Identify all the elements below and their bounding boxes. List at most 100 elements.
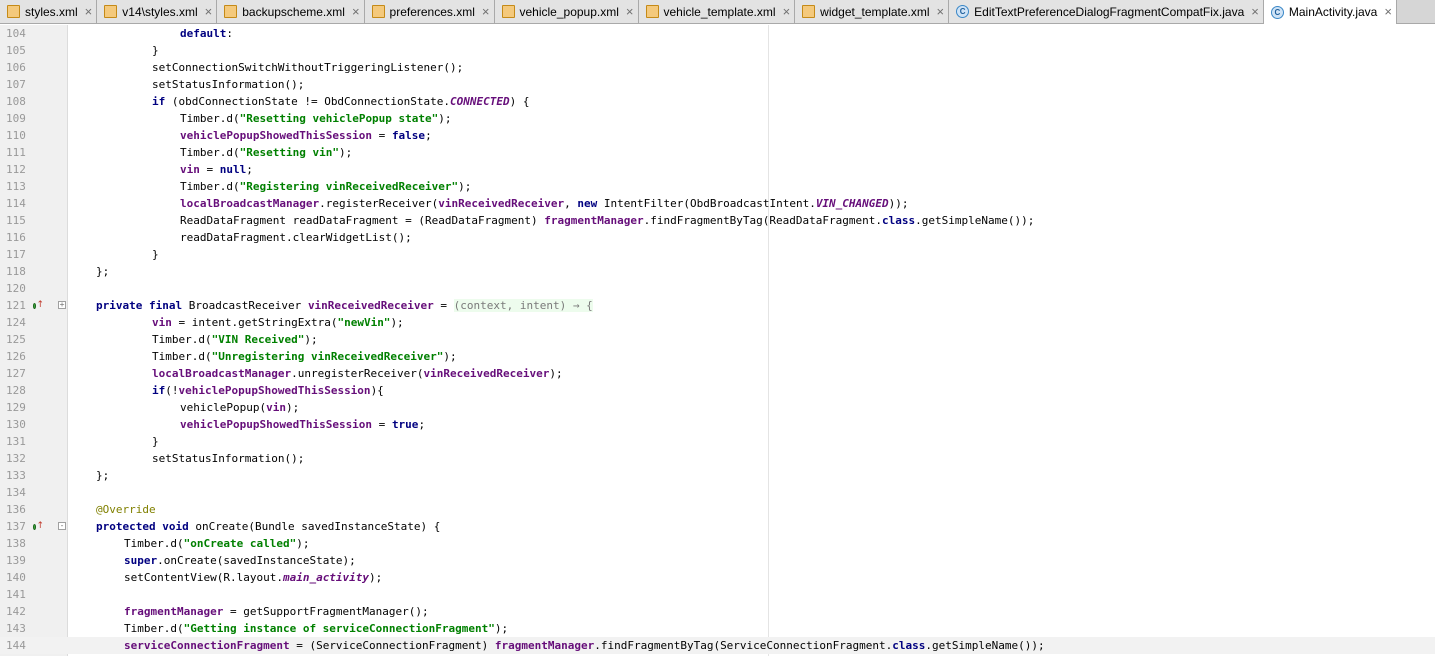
line-number: 114 — [6, 197, 26, 210]
line-number: 117 — [6, 248, 26, 261]
fold-collapse-icon[interactable]: - — [58, 522, 66, 530]
code-line[interactable]: 128 if(!vehiclePopupShowedThisSession){ — [0, 382, 1435, 399]
tab-edittextpreferencedialogfragmentcompatfix-java[interactable]: C EditTextPreferenceDialogFragmentCompatF… — [949, 0, 1264, 23]
code-line[interactable]: 143 Timber.d("Getting instance of service… — [0, 620, 1435, 637]
code-line[interactable]: 121 ↑ + private final BroadcastReceiver vin… — [0, 297, 1435, 314]
code-line[interactable]: 114 localBroadcastManager.registerReceive… — [0, 195, 1435, 212]
code-line[interactable]: 142 fragmentManager = getSupportFragmentM… — [0, 603, 1435, 620]
code-line[interactable]: 139 super.onCreate(savedInstanceState); — [0, 552, 1435, 569]
code-line[interactable]: 110 vehiclePopupShowedThisSession = false… — [0, 127, 1435, 144]
code-token: BroadcastReceiver — [182, 299, 308, 312]
code-line[interactable]: 105} — [0, 42, 1435, 59]
code-token: }; — [96, 265, 110, 278]
code-token: .findFragmentByTag(ServiceConnectionFrag… — [594, 639, 893, 652]
tab-label: MainActivity.java — [1288, 5, 1378, 19]
code-token: fragmentManager — [124, 605, 224, 618]
code-line[interactable]: 112 vin = null; — [0, 161, 1435, 178]
code-line[interactable]: 140 setContentView(R.layout.main_activity… — [0, 569, 1435, 586]
code-token: serviceConnectionFragment — [124, 639, 290, 652]
code-line[interactable]: 129 vehiclePopup(vin); — [0, 399, 1435, 416]
tab-styles-xml[interactable]: styles.xml × — [0, 0, 98, 23]
close-tab-icon[interactable]: × — [85, 5, 93, 18]
tab-preferences-xml[interactable]: preferences.xml × — [364, 0, 495, 23]
code-line[interactable]: 109 Timber.d("Resetting vehiclePopup stat… — [0, 110, 1435, 127]
tab-vehicle-popup-xml[interactable]: vehicle_popup.xml × — [494, 0, 639, 23]
code-line[interactable]: 136 @Override — [0, 501, 1435, 518]
code-token: }; — [96, 469, 110, 482]
code-line[interactable]: 141 — [0, 586, 1435, 603]
overrides-method-icon[interactable]: ↑ — [33, 521, 44, 532]
code-text: }; — [96, 263, 109, 280]
code-text: setStatusInformation(); — [152, 76, 304, 93]
tab-vehicle-template-xml[interactable]: vehicle_template.xml × — [638, 0, 796, 23]
tab-v14-styles-xml[interactable]: v14\styles.xml × — [97, 0, 218, 23]
code-token: class — [892, 639, 926, 652]
line-number: 126 — [6, 350, 26, 363]
code-token: ReadDataFragment readDataFragment = (Rea… — [180, 214, 545, 227]
line-number: 104 — [6, 27, 26, 40]
tab-mainactivity-java[interactable]: C MainActivity.java × — [1263, 0, 1397, 24]
code-line[interactable]: 117} — [0, 246, 1435, 263]
code-token: } — [152, 248, 159, 261]
code-text: if(!vehiclePopupShowedThisSession){ — [152, 382, 384, 399]
code-token: vehiclePopup( — [180, 401, 267, 414]
close-tab-icon[interactable]: × — [1384, 5, 1392, 18]
code-line[interactable]: 126 Timber.d("Unregistering vinReceivedRe… — [0, 348, 1435, 365]
code-text: vin = null; — [180, 161, 253, 178]
code-token: .registerReceiver( — [319, 197, 439, 210]
close-tab-icon[interactable]: × — [626, 5, 634, 18]
code-token: vehiclePopupShowedThisSession — [180, 129, 373, 142]
code-line[interactable]: 133}; — [0, 467, 1435, 484]
code-line[interactable]: 130 vehiclePopupShowedThisSession = true; — [0, 416, 1435, 433]
overrides-method-icon[interactable]: ↑ — [33, 300, 44, 311]
code-line[interactable]: 107 setStatusInformation(); — [0, 76, 1435, 93]
code-text: vehiclePopup(vin); — [180, 399, 299, 416]
code-line[interactable]: 132 setStatusInformation(); — [0, 450, 1435, 467]
code-line[interactable]: 131} — [0, 433, 1435, 450]
code-line[interactable]: 125 Timber.d("VIN Received"); — [0, 331, 1435, 348]
fold-expand-icon[interactable]: + — [58, 301, 66, 309]
code-token: super — [124, 554, 158, 567]
code-token: (! — [165, 384, 179, 397]
code-line[interactable]: 124 vin = intent.getStringExtra("newVin")… — [0, 314, 1435, 331]
code-line[interactable]: 138 Timber.d("onCreate called"); — [0, 535, 1435, 552]
line-number: 134 — [6, 486, 26, 499]
code-line[interactable]: 104 default: — [0, 25, 1435, 42]
code-token: new — [577, 197, 598, 210]
code-line[interactable]: 111 Timber.d("Resetting vin"); — [0, 144, 1435, 161]
code-token: ; — [418, 418, 426, 431]
close-tab-icon[interactable]: × — [783, 5, 791, 18]
line-number: 124 — [6, 316, 26, 329]
code-token: vehiclePopupShowedThisSession — [178, 384, 371, 397]
code-line[interactable]: 144 serviceConnectionFragment = (ServiceC… — [0, 637, 1435, 654]
line-number: 116 — [6, 231, 26, 244]
code-line[interactable]: 134 — [0, 484, 1435, 501]
code-line[interactable]: 137 ↑ - protected void onCreate(Bundle save… — [0, 518, 1435, 535]
code-lines[interactable]: 104 default: 105} 106 setConnectionSwitchWit… — [0, 25, 1435, 654]
code-token: ; — [425, 129, 432, 142]
code-token: ); — [549, 367, 563, 380]
code-text: } — [152, 246, 159, 263]
close-tab-icon[interactable]: × — [205, 5, 213, 18]
code-line[interactable]: 118}; — [0, 263, 1435, 280]
tab-widget-template-xml[interactable]: widget_template.xml × — [795, 0, 950, 23]
code-editor[interactable]: 104 default: 105} 106 setConnectionSwitchWit… — [0, 25, 1435, 656]
code-token: ); — [369, 571, 383, 584]
close-tab-icon[interactable]: × — [937, 5, 945, 18]
code-line[interactable]: 113 Timber.d("Registering vinReceivedRece… — [0, 178, 1435, 195]
code-line[interactable]: 116 readDataFragment.clearWidgetList(); — [0, 229, 1435, 246]
code-text: }; — [96, 467, 109, 484]
code-line[interactable]: 115 ReadDataFragment readDataFragment = (… — [0, 212, 1435, 229]
code-token: ); — [285, 401, 300, 414]
close-tab-icon[interactable]: × — [1251, 5, 1259, 18]
close-tab-icon[interactable]: × — [482, 5, 490, 18]
code-line[interactable]: 127 localBroadcastManager.unregisterRecei… — [0, 365, 1435, 382]
code-token: "newVin" — [337, 316, 391, 329]
code-text: Timber.d("Resetting vehiclePopup state")… — [180, 110, 452, 127]
code-line[interactable]: 106 setConnectionSwitchWithoutTriggeringL… — [0, 59, 1435, 76]
tab-label: vehicle_template.xml — [663, 4, 776, 19]
code-line[interactable]: 108 if (obdConnectionState != ObdConnecti… — [0, 93, 1435, 110]
close-tab-icon[interactable]: × — [352, 5, 360, 18]
tab-backupscheme-xml[interactable]: backupscheme.xml × — [217, 0, 365, 23]
code-line[interactable]: 120 — [0, 280, 1435, 297]
